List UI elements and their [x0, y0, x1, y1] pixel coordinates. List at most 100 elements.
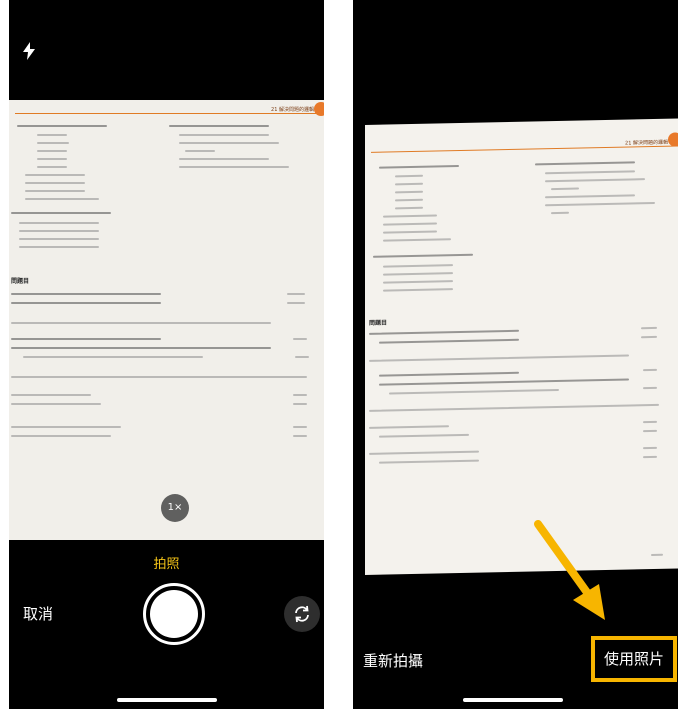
- text-line: [25, 174, 85, 176]
- page-number: [651, 553, 663, 557]
- text-line: [37, 142, 69, 144]
- text-line: [293, 394, 307, 396]
- text-line: [17, 125, 107, 127]
- text-line: [11, 212, 111, 214]
- text-line: [369, 329, 519, 335]
- text-line: [287, 293, 305, 295]
- text-line: [11, 293, 161, 295]
- text-line: [293, 338, 307, 340]
- text-line: [379, 459, 479, 464]
- text-line: [11, 394, 91, 396]
- text-line: [369, 425, 449, 429]
- text-line: [383, 264, 453, 268]
- home-indicator: [463, 698, 563, 702]
- text-line: [287, 302, 305, 304]
- photo-mode-label[interactable]: 拍照: [9, 553, 324, 572]
- text-line: [25, 198, 99, 200]
- text-line: [23, 356, 203, 358]
- text-line: [37, 134, 67, 136]
- text-line: [643, 368, 657, 372]
- text-line: [11, 426, 121, 428]
- text-line: [37, 150, 67, 152]
- text-line: [373, 253, 473, 258]
- text-line: [11, 435, 111, 437]
- header-rule: [371, 145, 678, 153]
- text-line: [379, 338, 519, 344]
- text-line: [11, 347, 271, 349]
- text-line: [643, 455, 657, 459]
- shutter-button[interactable]: [143, 583, 205, 645]
- document-photo-preview: 21 解決問題的邏輯 問題目: [365, 118, 678, 575]
- home-indicator: [117, 698, 217, 702]
- text-line: [389, 388, 559, 395]
- section-title: 問題目: [369, 319, 388, 327]
- text-line: [25, 190, 85, 192]
- camera-flip-icon: [295, 605, 309, 623]
- text-line: [185, 150, 215, 152]
- photo-review-screen: 21 解決問題的邏輯 問題目 重新拍攝 使用照片: [353, 0, 678, 709]
- text-line: [643, 420, 657, 424]
- text-line: [19, 238, 99, 240]
- orange-tab-marker: [668, 132, 678, 147]
- document-photo-preview: 21 解決問題的邏輯 問題目: [9, 100, 324, 540]
- text-line: [11, 403, 101, 405]
- zoom-button[interactable]: 1×: [161, 494, 189, 522]
- text-line: [179, 158, 269, 160]
- text-line: [545, 178, 645, 183]
- text-line: [545, 194, 635, 199]
- text-line: [11, 338, 161, 340]
- camera-flip-button[interactable]: [284, 596, 320, 632]
- text-line: [19, 222, 99, 224]
- text-line: [379, 165, 459, 169]
- text-line: [395, 174, 423, 178]
- text-line: [293, 435, 307, 437]
- text-line: [179, 142, 279, 144]
- text-line: [383, 272, 453, 276]
- text-line: [37, 166, 67, 168]
- text-line: [11, 322, 271, 324]
- text-line: [169, 125, 269, 127]
- section-title: 問題目: [11, 278, 30, 285]
- text-line: [179, 134, 269, 136]
- text-line: [369, 354, 629, 362]
- page-header: 21 解決問題的邏輯: [271, 107, 314, 113]
- text-line: [293, 426, 307, 428]
- text-line: [379, 371, 519, 377]
- text-line: [383, 280, 453, 284]
- text-line: [545, 170, 635, 175]
- text-line: [179, 166, 289, 168]
- arrow-pointer-icon: [534, 520, 605, 620]
- text-line: [383, 214, 437, 218]
- text-line: [379, 378, 629, 386]
- text-line: [395, 182, 423, 186]
- orange-tab-marker: [314, 102, 324, 116]
- text-line: [295, 356, 309, 358]
- text-line: [25, 182, 85, 184]
- text-line: [551, 211, 569, 215]
- text-line: [395, 198, 423, 202]
- text-line: [395, 206, 423, 210]
- text-line: [383, 222, 437, 226]
- text-line: [37, 158, 67, 160]
- header-rule: [15, 113, 324, 114]
- text-line: [383, 230, 437, 234]
- text-line: [11, 376, 307, 378]
- text-line: [383, 238, 451, 242]
- text-line: [643, 446, 657, 450]
- text-line: [19, 230, 99, 232]
- use-photo-button[interactable]: 使用照片: [591, 636, 677, 682]
- text-line: [379, 433, 469, 438]
- text-line: [551, 187, 579, 191]
- text-line: [383, 288, 453, 292]
- text-line: [369, 403, 659, 412]
- text-line: [535, 161, 635, 166]
- text-line: [11, 302, 161, 304]
- flash-icon[interactable]: [22, 42, 36, 60]
- text-line: [643, 429, 657, 433]
- text-line: [641, 326, 657, 330]
- camera-capture-screen: 21 解決問題的邏輯 問題目 1× 拍照 取消: [9, 0, 324, 709]
- cancel-button[interactable]: 取消: [23, 603, 53, 624]
- text-line: [293, 403, 307, 405]
- retake-button[interactable]: 重新拍攝: [363, 650, 423, 671]
- text-line: [19, 246, 99, 248]
